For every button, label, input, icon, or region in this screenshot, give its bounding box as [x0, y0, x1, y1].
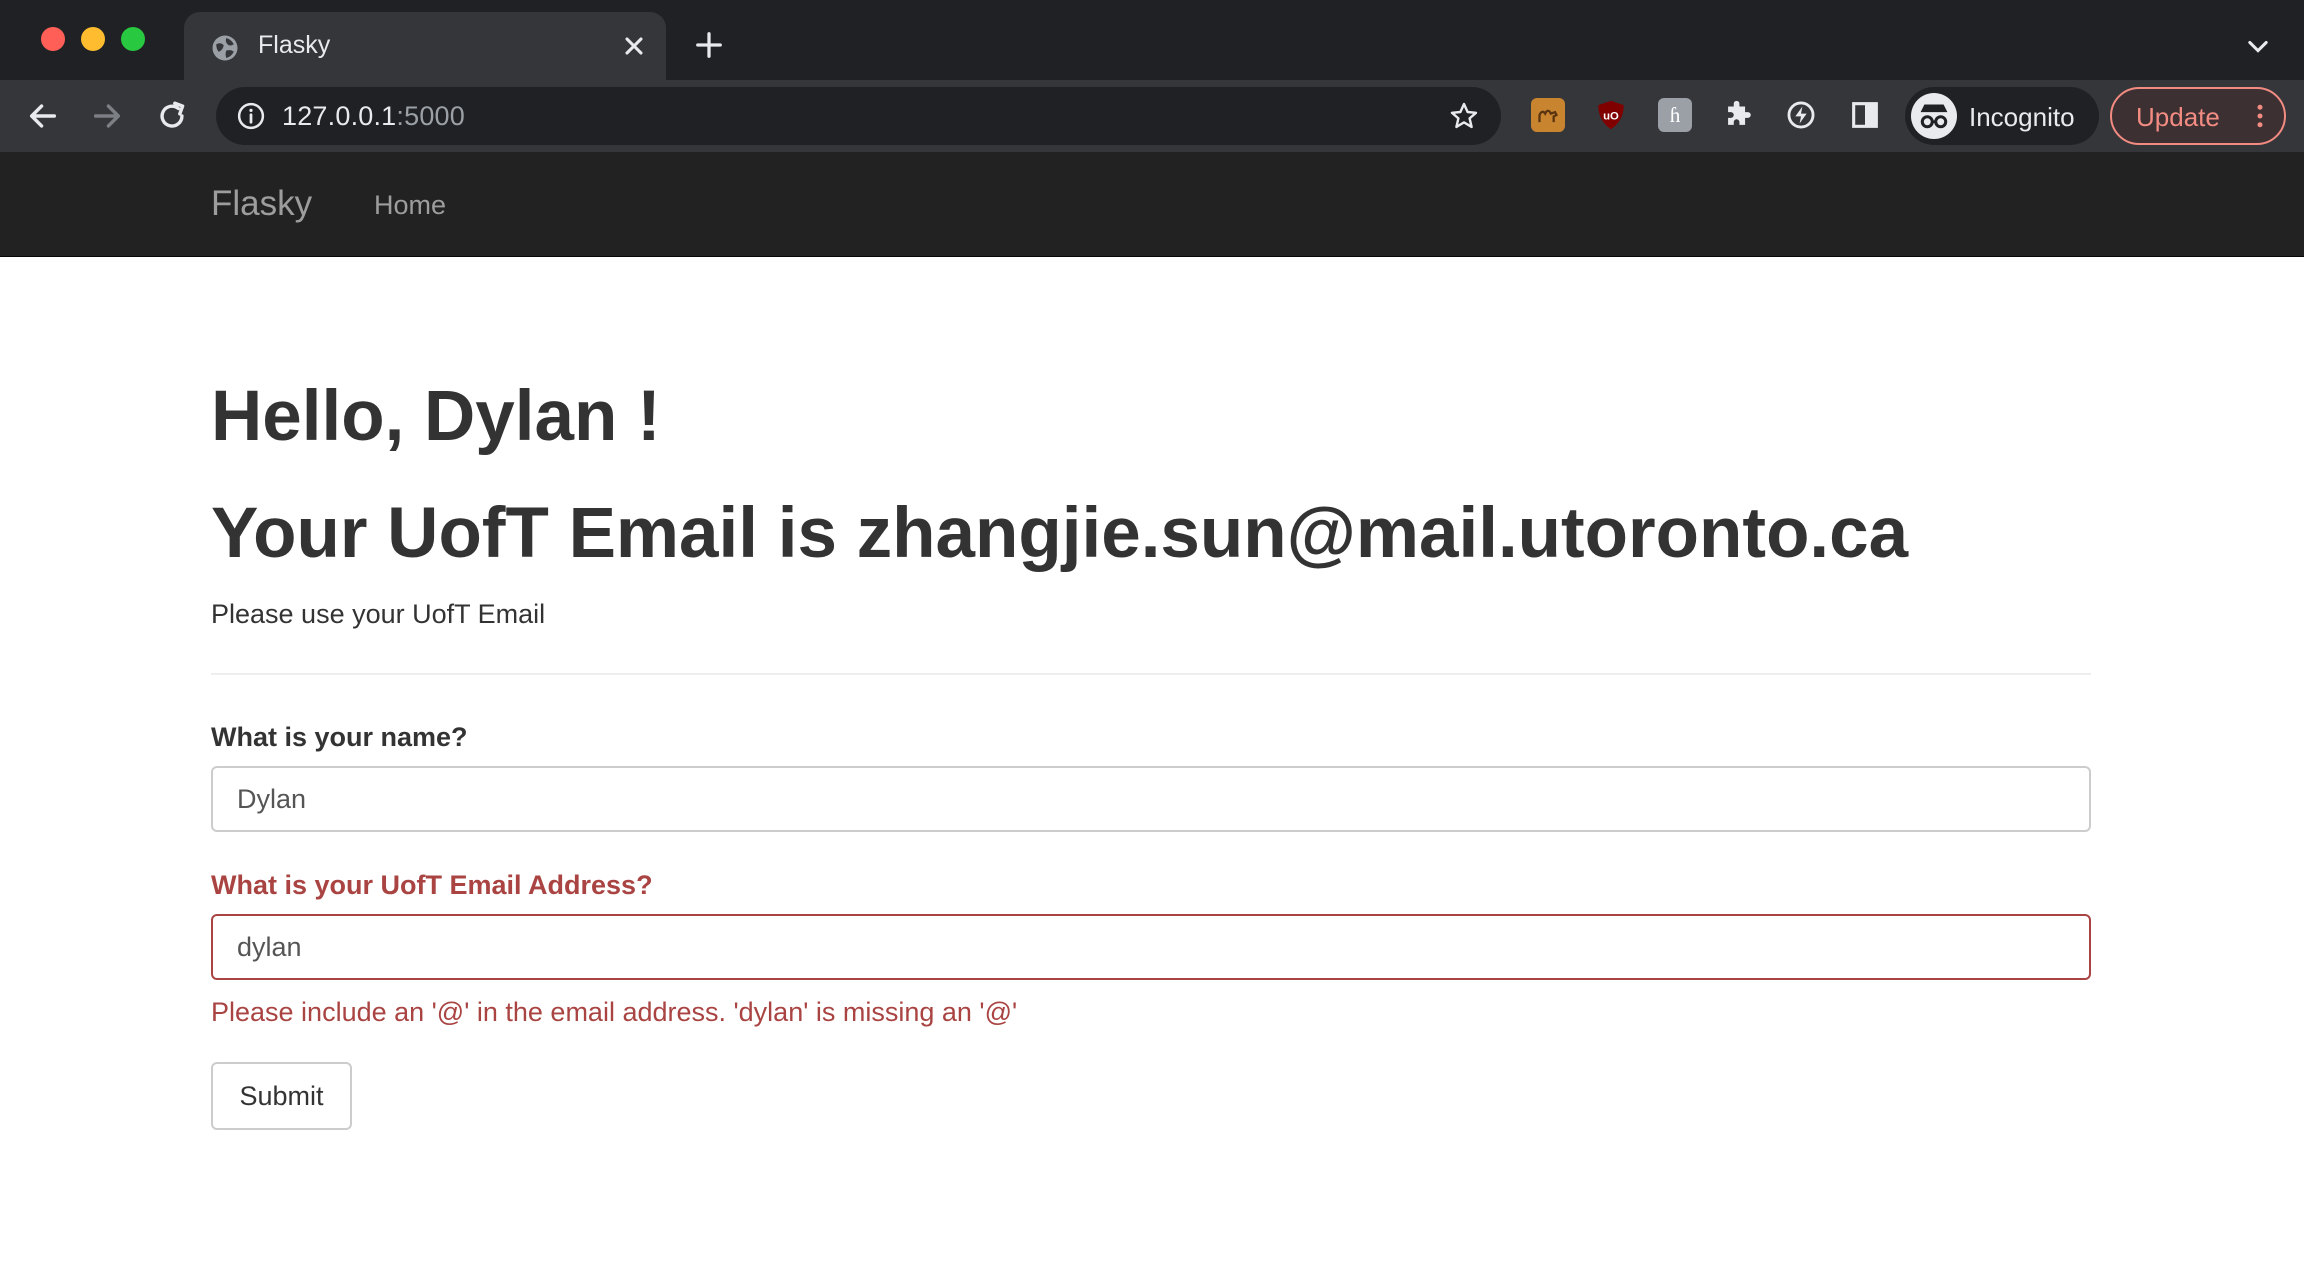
divider: [211, 673, 2091, 675]
reload-icon[interactable]: [155, 99, 189, 133]
nav-link-home[interactable]: Home: [374, 190, 446, 221]
address-bar[interactable]: 127.0.0.1:5000: [216, 87, 1501, 145]
tab-search-chevron-icon[interactable]: [2244, 32, 2272, 60]
url-host: 127.0.0.1: [282, 101, 397, 131]
back-arrow-icon[interactable]: [26, 99, 60, 133]
browser-tab-active[interactable]: Flasky: [184, 12, 666, 80]
incognito-profile-button[interactable]: Incognito: [1905, 87, 2099, 145]
browser-tab-strip: Flasky: [0, 0, 2304, 80]
update-button[interactable]: Update: [2110, 87, 2286, 145]
window-maximize-button[interactable]: [121, 27, 145, 51]
greeting-heading: Hello, Dylan !: [211, 377, 661, 456]
globe-icon: [212, 35, 238, 61]
svg-text:uO: uO: [1603, 110, 1619, 122]
extensions-puzzle-icon[interactable]: [1721, 98, 1755, 132]
bookmark-star-icon[interactable]: [1448, 100, 1480, 132]
browser-toolbar: 127.0.0.1:5000 uO ɦ Incognito Update: [0, 80, 2304, 152]
name-label: What is your name?: [211, 722, 468, 752]
side-panel-icon[interactable]: [1848, 98, 1882, 132]
incognito-label: Incognito: [1969, 102, 2075, 132]
performance-bolt-icon[interactable]: [1784, 98, 1818, 132]
email-input[interactable]: [211, 914, 2091, 980]
tab-title: Flasky: [258, 31, 331, 59]
submit-button[interactable]: Submit: [211, 1062, 352, 1130]
url-text[interactable]: 127.0.0.1:5000: [282, 101, 465, 132]
email-notice: Please use your UofT Email: [211, 599, 546, 629]
site-info-icon[interactable]: [236, 101, 266, 131]
name-input[interactable]: [211, 766, 2091, 832]
email-label: What is your UofT Email Address?: [211, 870, 653, 900]
window-minimize-button[interactable]: [81, 27, 105, 51]
menu-kebab-icon[interactable]: [2250, 101, 2270, 131]
url-port: :5000: [396, 101, 465, 131]
email-error-message: Please include an '@' in the email addre…: [211, 997, 1018, 1027]
incognito-avatar: [1911, 93, 1957, 139]
navbar-brand[interactable]: Flasky: [211, 184, 312, 224]
forward-arrow-icon[interactable]: [90, 99, 124, 133]
svg-text:ɦ: ɦ: [1670, 103, 1681, 127]
email-heading: Your UofT Email is zhangjie.sun@mail.uto…: [211, 494, 1909, 573]
new-tab-plus-icon[interactable]: [694, 30, 724, 60]
ublock-shield-icon[interactable]: uO: [1594, 98, 1628, 132]
site-navbar: Flasky Home: [0, 152, 2304, 257]
window-close-button[interactable]: [41, 27, 65, 51]
tab-close-icon[interactable]: [620, 32, 648, 60]
incognito-icon: [1920, 104, 1948, 129]
update-label: Update: [2136, 102, 2220, 132]
h-extension-icon[interactable]: ɦ: [1658, 98, 1692, 132]
camel-extension-icon[interactable]: [1531, 98, 1565, 132]
